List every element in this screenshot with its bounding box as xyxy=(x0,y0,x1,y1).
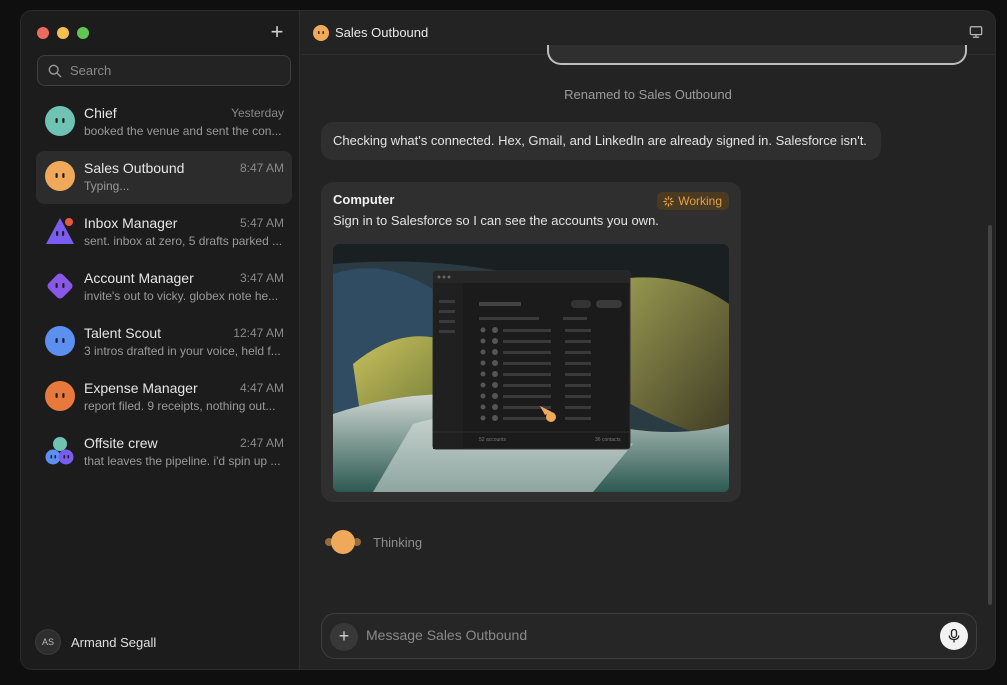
search-box[interactable] xyxy=(37,55,291,86)
agent-message: Checking what's connected. Hex, Gmail, a… xyxy=(321,122,881,160)
chat-time: 3:47 AM xyxy=(239,271,284,285)
user-name: Armand Segall xyxy=(71,634,157,650)
voice-input-button[interactable] xyxy=(940,622,968,650)
chat-item-inbox-manager[interactable]: Inbox Manager 5:47 AM sent. inbox at zero,… xyxy=(36,206,292,259)
chat-list: Chief Yesterday booked the venue and sent … xyxy=(36,96,292,481)
screenshot-footer-right: 36 contacts xyxy=(595,437,621,443)
app-window: + ChiefYesterdaybooked the venue and sen… xyxy=(20,10,996,670)
account-manager-avatar-icon xyxy=(45,271,75,301)
status-badge: Working xyxy=(657,192,729,210)
plus-icon: + xyxy=(270,19,284,44)
computer-screenshot[interactable]: 52 accounts 36 contacts xyxy=(333,244,729,492)
minimize-window-button[interactable] xyxy=(57,27,69,39)
screenshot-footer-left: 52 accounts xyxy=(479,437,506,443)
message-input[interactable] xyxy=(366,627,926,643)
chat-item-expense-manager[interactable]: Expense Manager 4:47 AM report filed. 9 re… xyxy=(36,371,292,424)
chat-preview: Typing... xyxy=(84,179,130,193)
offsite-crew-avatar-icon xyxy=(45,436,75,466)
chat-time: 8:47 AM xyxy=(239,161,284,175)
chat-item-talent-scout[interactable]: Talent Scout 12:47 AM 3 intros drafted in … xyxy=(36,316,292,369)
chat-time: 4:47 AM xyxy=(239,381,284,395)
search-input[interactable] xyxy=(70,63,270,78)
thinking-indicator: Thinking xyxy=(325,530,422,554)
chat-preview: 3 intros drafted in your voice, held f..… xyxy=(84,344,281,358)
computer-tool-card: Computer Working Sign in to Salesforce s… xyxy=(321,182,741,502)
chat-preview: report filed. 9 receipts, nothing out... xyxy=(84,399,276,413)
attach-button[interactable]: + xyxy=(330,623,358,651)
message-composer[interactable]: + xyxy=(321,613,977,659)
agent-face-icon xyxy=(313,24,329,41)
card-text: Sign in to Salesforce so I can see the a… xyxy=(333,213,659,228)
status-label: Working xyxy=(678,194,722,208)
plus-icon: + xyxy=(338,626,350,646)
conversation-pane: Sales Outbound Renamed to Sales Outbound… xyxy=(301,11,995,669)
chat-time: 5:47 AM xyxy=(239,216,284,230)
close-window-button[interactable] xyxy=(37,27,49,39)
system-note: Renamed to Sales Outbound xyxy=(564,87,732,102)
chat-item-sales-outbound[interactable]: Sales Outbound 8:47 AM Typing... xyxy=(36,151,292,204)
window-controls xyxy=(37,27,89,39)
chat-item-account-manager[interactable]: Account Manager 3:47 AM invite's out to vi… xyxy=(36,261,292,314)
talent-scout-avatar-icon xyxy=(45,326,75,356)
spinner-icon xyxy=(663,195,674,207)
sales-outbound-avatar-icon xyxy=(45,161,75,191)
page-title: Sales Outbound xyxy=(335,25,429,40)
monitor-icon[interactable] xyxy=(969,25,983,39)
chief-avatar-icon xyxy=(45,106,75,136)
maximize-window-button[interactable] xyxy=(77,27,89,39)
expense-manager-avatar-icon xyxy=(45,381,75,411)
user-profile[interactable]: AS Armand Segall xyxy=(35,629,156,655)
chat-preview: sent. inbox at zero, 5 drafts parked ... xyxy=(84,234,283,248)
chat-item-chief[interactable]: Chief Yesterday booked the venue and sent … xyxy=(36,96,292,149)
sidebar: + ChiefYesterdaybooked the venue and sen… xyxy=(21,11,300,669)
screenshot-image: 52 accounts 36 contacts xyxy=(333,244,729,492)
search-icon xyxy=(48,64,62,77)
scrollbar[interactable] xyxy=(988,225,992,605)
avatar: AS xyxy=(35,629,61,655)
microphone-icon xyxy=(948,629,960,643)
inbox-manager-avatar-icon xyxy=(45,216,75,246)
agent-thinking-icon xyxy=(325,530,361,554)
new-chat-button[interactable]: + xyxy=(267,19,287,44)
chat-time: 2:47 AM xyxy=(239,436,284,450)
chat-time: 12:47 AM xyxy=(233,326,284,340)
chat-preview: booked the venue and sent the con... xyxy=(84,124,282,138)
chat-time: Yesterday xyxy=(231,106,284,120)
chat-preview: that leaves the pipeline. i'd spin up ..… xyxy=(84,454,281,468)
chat-item-offsite-crew[interactable]: Offsite crew 2:47 AM that leaves the pipel… xyxy=(36,426,292,479)
chat-preview: invite's out to vicky. globex note he... xyxy=(84,289,279,303)
thinking-label: Thinking xyxy=(373,534,423,550)
previous-message-bubble xyxy=(547,45,967,65)
